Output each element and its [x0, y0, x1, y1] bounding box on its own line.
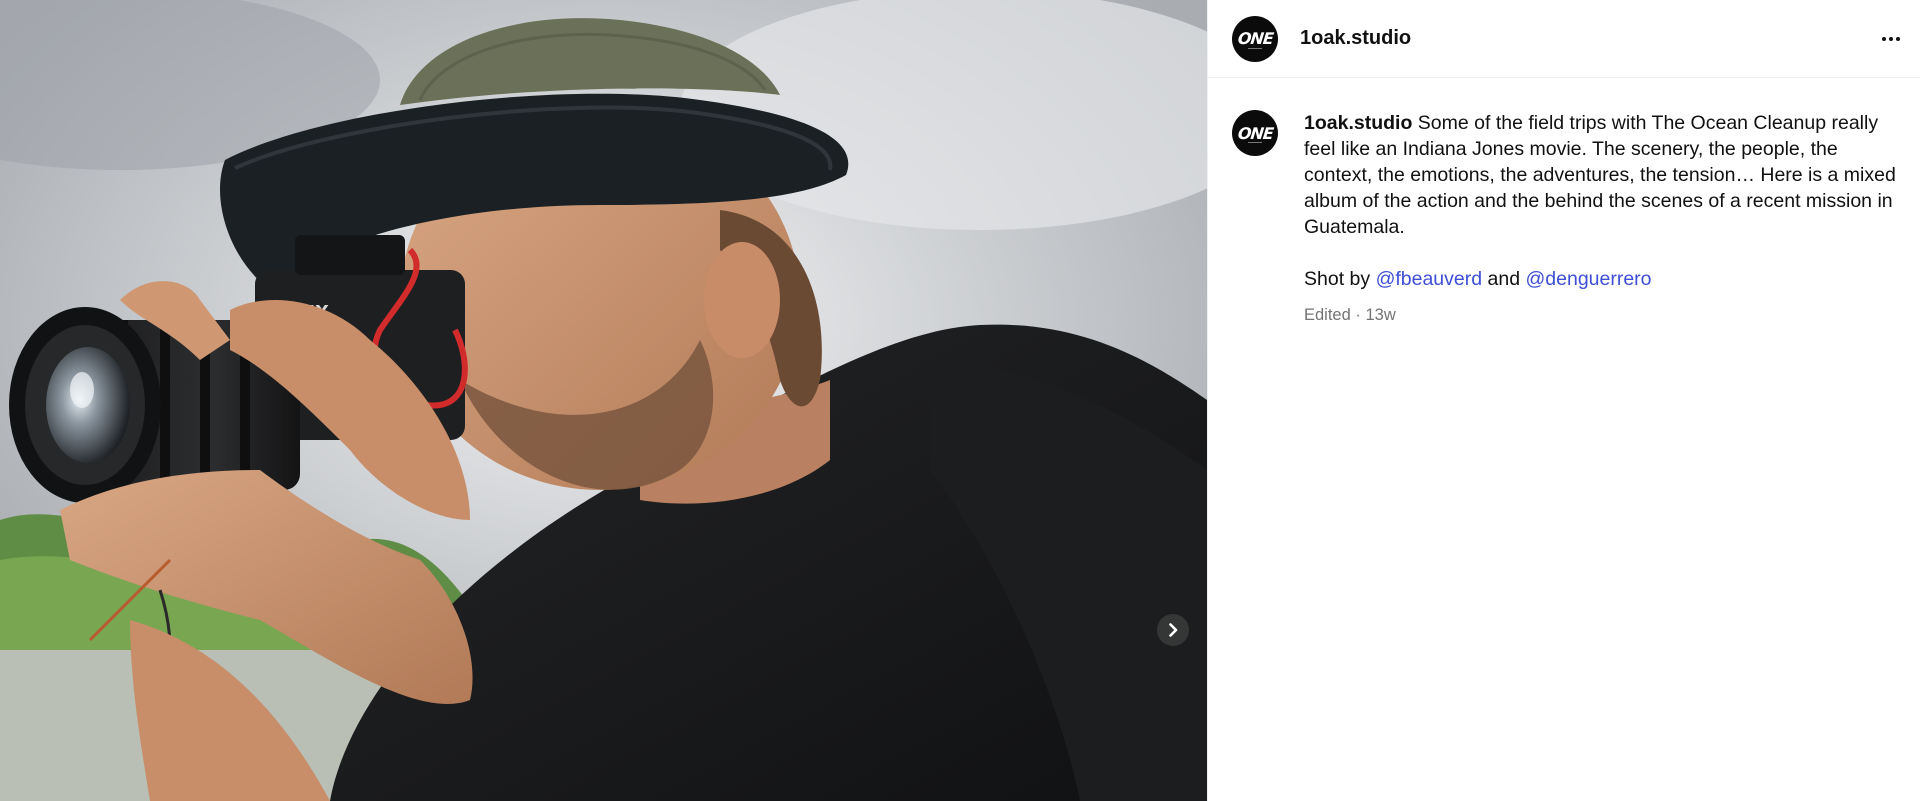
photo-illustration: LUMIX	[0, 0, 1207, 801]
next-photo-button[interactable]	[1157, 614, 1189, 646]
post-meta: Edited · 13w	[1304, 302, 1902, 328]
caption-avatar[interactable]: ONE	[1232, 110, 1278, 156]
caption-body: 1oak.studio Some of the field trips with…	[1304, 110, 1902, 328]
more-horizontal-icon	[1882, 37, 1886, 41]
shot-by-label: Shot by	[1304, 268, 1371, 290]
post-photo[interactable]: LUMIX	[0, 0, 1207, 801]
avatar[interactable]: ONE	[1232, 15, 1278, 62]
post-header: ONE 1oak.studio	[1208, 0, 1920, 78]
post-caption: ONE 1oak.studio Some of the field trips …	[1208, 78, 1920, 328]
instagram-post: LUMIX	[0, 0, 1920, 801]
meta-separator: ·	[1355, 306, 1361, 324]
header-username[interactable]: 1oak.studio	[1300, 27, 1411, 50]
edited-label: Edited	[1304, 306, 1351, 324]
avatar-logo-text: ONE	[1236, 123, 1274, 143]
caption-username[interactable]: 1oak.studio	[1304, 112, 1412, 134]
post-age[interactable]: 13w	[1365, 306, 1395, 324]
avatar-logo-underline	[1232, 47, 1278, 50]
credit-line: Shot by @fbeauverd and @denguerrero	[1304, 266, 1902, 292]
mention-link[interactable]: @fbeauverd	[1376, 268, 1483, 290]
post-side-panel: ONE 1oak.studio ONE 1oak.studio Some of …	[1207, 0, 1920, 801]
more-options-button[interactable]	[1876, 24, 1906, 54]
chevron-right-icon	[1169, 623, 1178, 637]
mention-link[interactable]: @denguerrero	[1525, 268, 1651, 290]
avatar-logo-underline	[1232, 142, 1278, 144]
avatar-logo-text: ONE	[1236, 29, 1274, 48]
caption-paragraph: 1oak.studio Some of the field trips with…	[1304, 110, 1902, 240]
and-label: and	[1487, 268, 1521, 290]
